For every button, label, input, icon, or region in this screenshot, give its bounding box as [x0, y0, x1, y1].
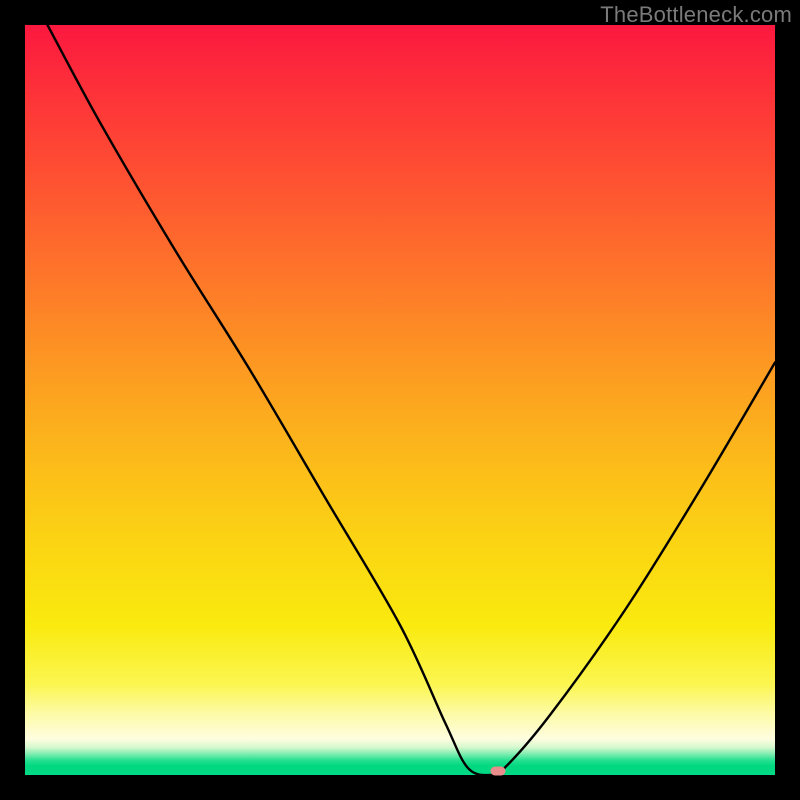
curve-path [48, 25, 776, 775]
plot-area [25, 25, 775, 775]
bottleneck-curve [25, 25, 775, 775]
chart-frame: TheBottleneck.com [0, 0, 800, 800]
optimal-marker [490, 767, 505, 776]
